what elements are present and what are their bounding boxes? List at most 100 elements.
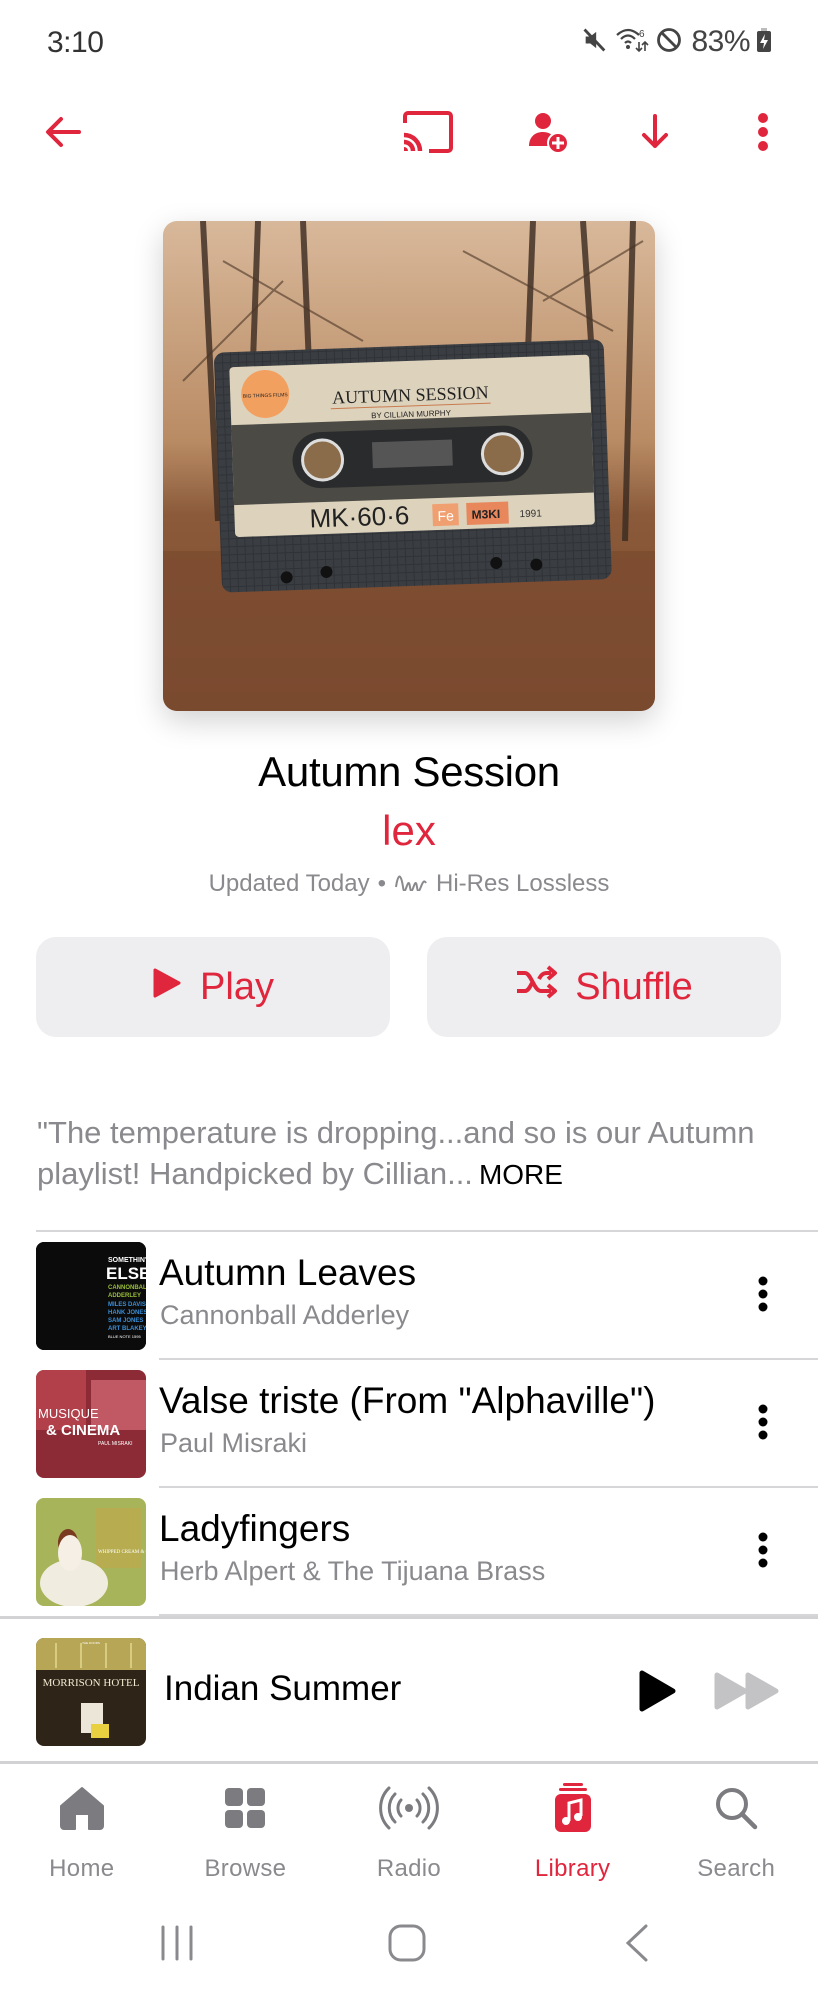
svg-text:THE DOORS: THE DOORS [82, 1641, 100, 1645]
radio-broadcast-icon [379, 1783, 439, 1833]
updated-text: Updated Today [208, 870, 370, 897]
library-music-icon [543, 1783, 603, 1833]
more-vertical-icon [757, 1404, 769, 1445]
more-link[interactable]: MORE [479, 1159, 563, 1190]
artwork-tag-brand: M3KI [471, 507, 500, 522]
now-playing-title: Indian Summer [164, 1669, 402, 1708]
playlist-artwork: AUTUMN SESSION BY CILLIAN MURPHY BIG THI… [163, 221, 655, 711]
cast-icon [401, 110, 453, 158]
tab-label: Browse [204, 1855, 287, 1882]
track-more-button[interactable] [745, 1394, 781, 1454]
track-row[interactable]: WHIPPED CREAM & OTHER DELIGHTS Ladyfinge… [0, 1488, 818, 1616]
play-icon [152, 966, 182, 1009]
artwork-year: 1991 [519, 508, 542, 520]
track-artwork: MUSIQUE & CINEMA PAUL MISRAKI [36, 1370, 146, 1478]
tab-label: Home [49, 1855, 115, 1882]
svg-text:ART BLAKEY: ART BLAKEY [108, 1326, 146, 1332]
back-button[interactable] [33, 104, 93, 164]
now-playing-artwork: THE DOORS MORRISON HOTEL [36, 1638, 146, 1746]
svg-text:PAUL MISRAKI: PAUL MISRAKI [98, 1441, 132, 1447]
track-row[interactable]: SOMETHIN' ELSE CANNONBALL ADDERLEY MILES… [0, 1232, 818, 1360]
svg-text:MILES DAVIS: MILES DAVIS [108, 1302, 146, 1308]
mini-play-button[interactable] [634, 1667, 680, 1719]
recents-icon [160, 1925, 194, 1966]
status-time: 3:10 [47, 26, 104, 59]
tab-label: Radio [376, 1855, 442, 1882]
download-button[interactable] [625, 104, 685, 164]
do-not-disturb-icon [655, 26, 683, 59]
track-artist: Cannonball Adderley [160, 1300, 410, 1330]
playlist-meta: Updated Today • Hi-Res Lossless [0, 870, 818, 898]
description-text: "The temperature is dropping...and so is… [37, 1115, 755, 1191]
tab-label: Search [697, 1855, 776, 1882]
play-button[interactable]: Play [36, 937, 390, 1037]
home-icon [52, 1783, 112, 1833]
svg-text:HANK JONES: HANK JONES [108, 1310, 146, 1316]
playlist-description[interactable]: "The temperature is dropping...and so is… [37, 1112, 777, 1195]
track-row[interactable]: MUSIQUE & CINEMA PAUL MISRAKI Valse tris… [0, 1360, 818, 1488]
add-collaborator-icon [526, 110, 570, 159]
battery-percent: 83% [691, 25, 750, 58]
track-more-button[interactable] [745, 1522, 781, 1582]
svg-text:SOMETHIN': SOMETHIN' [108, 1257, 146, 1264]
system-navigation-bar [0, 1910, 818, 1980]
search-icon [706, 1783, 766, 1833]
artwork-tag-fe: Fe [437, 507, 454, 524]
back-arrow-icon [43, 112, 83, 157]
track-title: Autumn Leaves [159, 1252, 417, 1293]
svg-text:ELSE: ELSE [106, 1264, 146, 1283]
tab-home[interactable]: Home [0, 1767, 164, 1897]
tab-label: Library [534, 1855, 611, 1882]
tab-search[interactable]: Search [654, 1767, 818, 1897]
more-vertical-icon [757, 1532, 769, 1573]
wifi-icon: 6 [615, 25, 650, 60]
track-artist: Herb Alpert & The Tijuana Brass [160, 1556, 546, 1586]
add-collaborator-button[interactable] [518, 104, 578, 164]
tab-radio[interactable]: Radio [327, 1767, 491, 1897]
track-more-button[interactable] [745, 1266, 781, 1326]
recents-button[interactable] [150, 1920, 204, 1970]
mute-icon [581, 26, 609, 59]
svg-text:CANNONBALL: CANNONBALL [108, 1285, 146, 1291]
more-vertical-icon [756, 112, 770, 157]
track-artwork: SOMETHIN' ELSE CANNONBALL ADDERLEY MILES… [36, 1242, 146, 1350]
browse-grid-icon [215, 1783, 275, 1833]
quality-label: Hi-Res Lossless [436, 870, 610, 897]
tab-browse[interactable]: Browse [164, 1767, 328, 1897]
cast-button[interactable] [397, 104, 457, 164]
svg-text:ADDERLEY: ADDERLEY [108, 1293, 141, 1299]
svg-text:WHIPPED CREAM & OTHER DELIGHTS: WHIPPED CREAM & OTHER DELIGHTS [98, 1550, 146, 1555]
svg-text:& CINEMA: & CINEMA [46, 1422, 120, 1439]
meta-separator: • [377, 870, 387, 897]
fast-forward-icon [712, 1671, 782, 1716]
home-circle-icon [388, 1924, 426, 1967]
play-icon [637, 1669, 677, 1718]
status-icons: 6 83% [581, 24, 772, 60]
more-options-button[interactable] [733, 104, 793, 164]
svg-text:6: 6 [639, 29, 645, 40]
svg-text:BLUE NOTE 1595: BLUE NOTE 1595 [108, 1334, 141, 1339]
shuffle-label: Shuffle [575, 965, 693, 1008]
track-artwork: WHIPPED CREAM & OTHER DELIGHTS [36, 1498, 146, 1606]
battery-charging-icon [756, 26, 772, 59]
playlist-curator-link[interactable]: lex [0, 807, 818, 855]
playlist-title: Autumn Session [258, 748, 560, 795]
tab-library[interactable]: Library [491, 1767, 655, 1897]
tab-bar: Home Browse Radio Library Search [0, 1767, 818, 1897]
svg-text:SAM JONES: SAM JONES [108, 1318, 143, 1324]
home-button[interactable] [380, 1920, 434, 1970]
shuffle-icon [515, 965, 558, 1009]
play-label: Play [200, 965, 274, 1008]
hi-res-lossless-icon [394, 870, 428, 898]
back-chevron-icon [625, 1924, 649, 1967]
back-button-system[interactable] [612, 1920, 662, 1970]
mini-next-button[interactable] [710, 1669, 784, 1717]
more-vertical-icon [757, 1276, 769, 1317]
artwork-tape-code: MK·60·6 [309, 500, 410, 533]
shuffle-button[interactable]: Shuffle [427, 937, 781, 1037]
track-title: Ladyfingers [159, 1508, 351, 1549]
track-title: Valse triste (From "Alphaville") [159, 1380, 656, 1421]
svg-text:MUSIQUE: MUSIQUE [38, 1406, 99, 1421]
mini-player[interactable]: THE DOORS MORRISON HOTEL Indian Summer [0, 1616, 818, 1764]
track-artist: Paul Misraki [160, 1428, 308, 1458]
